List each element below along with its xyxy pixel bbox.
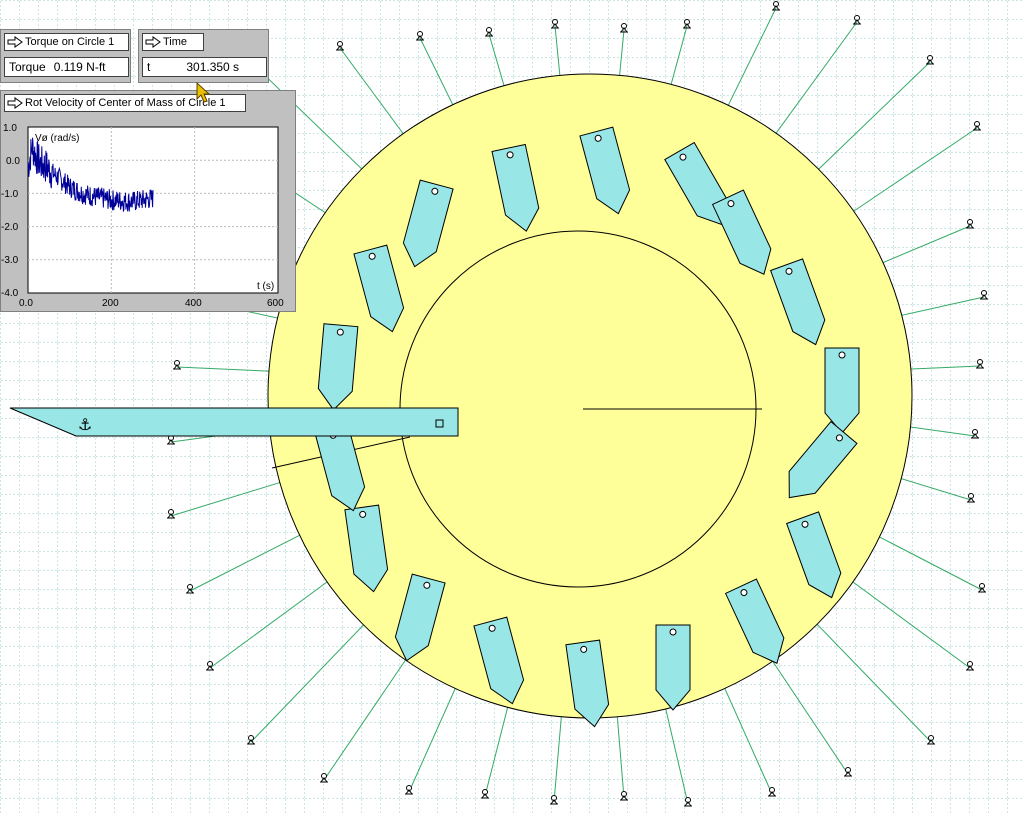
- arrow-right-icon[interactable]: [5, 95, 25, 111]
- x-tick-labels: 0.0 200 400 600: [19, 298, 284, 309]
- lever-arm[interactable]: ⚓: [9, 407, 459, 437]
- torque-meter-title-bar[interactable]: Torque on Circle 1: [4, 33, 129, 51]
- time-meter[interactable]: Time t 301.350 s: [138, 29, 269, 83]
- x-tick-label: 600: [267, 298, 284, 309]
- anchor-icon: ⚓: [78, 415, 92, 434]
- time-meter-title-bar[interactable]: Time: [142, 33, 204, 51]
- torque-value: 0.119 N-ft: [53, 60, 106, 74]
- x-tick-label: 200: [102, 298, 119, 309]
- torque-meter-title: Torque on Circle 1: [25, 36, 115, 48]
- torque-readout: Torque 0.119 N-ft: [4, 57, 129, 77]
- plot-xlabel: t (s): [257, 281, 274, 292]
- torque-meter[interactable]: Torque on Circle 1 Torque 0.119 N-ft: [0, 29, 131, 83]
- lever-pin[interactable]: [435, 419, 444, 428]
- x-tick-label: 0.0: [19, 298, 33, 309]
- y-tick-labels: 1.0 0.0 -1.0 -2.0 -3.0 -4.0: [1, 123, 20, 299]
- time-label: t: [147, 60, 151, 74]
- time-readout: t 301.350 s: [142, 57, 267, 77]
- arrow-right-icon[interactable]: [5, 34, 25, 50]
- y-tick-label: -2.0: [1, 222, 19, 233]
- x-tick-label: 400: [185, 298, 202, 309]
- torque-label: Torque: [9, 60, 46, 74]
- y-tick-label: 1.0: [3, 123, 17, 134]
- y-tick-label: -4.0: [1, 288, 19, 299]
- y-tick-label: 0.0: [6, 156, 20, 167]
- arrow-right-icon[interactable]: [143, 34, 163, 50]
- graph-plot-area[interactable]: Vø (rad/s) t (s) 1.0 0.0 -1.0 -2.0 -3.0 …: [1, 117, 295, 311]
- velocity-graph[interactable]: Rot Velocity of Center of Mass of Circle…: [0, 90, 296, 312]
- y-tick-label: -3.0: [1, 255, 19, 266]
- plot-ylabel: Vø (rad/s): [35, 133, 79, 144]
- time-meter-title: Time: [163, 36, 188, 48]
- plot-frame: [27, 126, 279, 294]
- time-value: 301.350 s: [186, 60, 240, 74]
- mouse-cursor-icon: [196, 82, 211, 103]
- y-tick-label: -1.0: [1, 189, 19, 200]
